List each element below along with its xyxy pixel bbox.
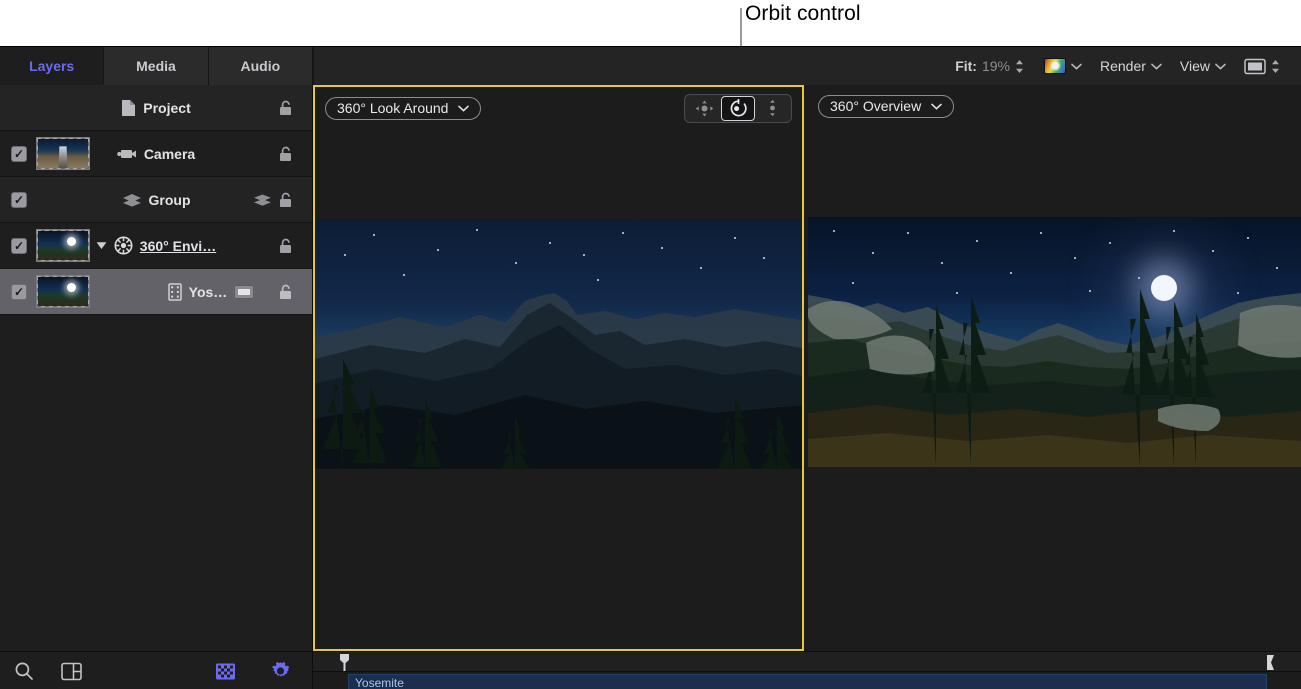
top-bar: Layers Media Audio Fit: 19% [0, 47, 1301, 85]
layer-visibility-checkbox[interactable]: ✓ [11, 146, 27, 162]
orbit-control-icon[interactable] [721, 96, 755, 121]
viewer-layout-control[interactable] [1235, 47, 1289, 85]
dolly-control-icon[interactable] [755, 96, 789, 121]
tab-media[interactable]: Media [104, 47, 208, 85]
layer-thumbnail [36, 275, 90, 308]
layer-row-project-content: Project [0, 99, 312, 117]
lock-icon[interactable] [277, 191, 294, 208]
lock-icon[interactable] [277, 283, 294, 300]
document-icon [121, 99, 136, 117]
disclosure-triangle-icon[interactable] [96, 241, 107, 250]
gear-icon[interactable] [270, 661, 291, 682]
timeline-panel: Yosemite [313, 651, 1301, 689]
view-menu-label: View [1180, 58, 1210, 74]
timeline-clip-label: Yosemite [349, 675, 1266, 689]
lock-icon[interactable] [277, 99, 294, 116]
tab-layers-label: Layers [29, 58, 74, 74]
layer-thumbnail [36, 137, 90, 170]
end-of-project-marker[interactable] [1267, 655, 1274, 670]
app-window: Layers Media Audio Fit: 19% [0, 46, 1301, 689]
fit-value: 19% [982, 58, 1010, 74]
timeline-ruler[interactable] [313, 652, 1301, 672]
view-menu[interactable]: View [1171, 47, 1235, 85]
layer-row-group[interactable]: ✓ Group [0, 177, 312, 223]
media-badge-icon[interactable] [234, 285, 254, 299]
viewer-left-camera-label: 360° Look Around [337, 100, 448, 116]
layout-icon[interactable] [61, 662, 82, 681]
viewer-left-camera-dropdown[interactable]: 360° Look Around [325, 97, 481, 120]
viewer-right-camera-dropdown[interactable]: 360° Overview [818, 95, 954, 118]
layer-row-yosemite[interactable]: ✓ Yos… [0, 269, 312, 315]
layer-visibility-checkbox[interactable]: ✓ [11, 238, 27, 254]
fit-stepper-icon[interactable] [1015, 59, 1024, 74]
viewer-right-image [808, 217, 1301, 467]
render-menu[interactable]: Render [1091, 47, 1171, 85]
callout-label: Orbit control [745, 2, 861, 26]
environment-icon [114, 236, 133, 255]
pan-control-icon[interactable] [687, 96, 721, 121]
viewer-left-image [315, 219, 802, 469]
callout-leader-line [740, 8, 742, 46]
layers-panel: Project ✓ Camera [0, 85, 313, 651]
fit-label: Fit: [955, 58, 977, 74]
top-bar-spacer [313, 47, 944, 85]
timeline-clip-yosemite[interactable]: Yosemite [348, 674, 1267, 689]
layer-row-project-label: Project [143, 100, 190, 116]
color-wheel-icon [1044, 58, 1066, 74]
tab-audio-label: Audio [240, 58, 280, 74]
panorama-silhouette [808, 217, 1301, 467]
chevron-down-icon [1151, 63, 1162, 70]
layer-row-yosemite-label: Yos… [189, 284, 228, 300]
viewer-layout-icon [1244, 58, 1266, 75]
chevron-down-icon [458, 105, 469, 112]
layer-visibility-checkbox[interactable]: ✓ [11, 284, 27, 300]
layer-row-group-label: Group [149, 192, 191, 208]
render-quality-control[interactable] [1035, 47, 1091, 85]
checkerboard-icon[interactable] [215, 662, 236, 681]
tab-layers[interactable]: Layers [0, 47, 104, 85]
camera-icon [117, 147, 137, 161]
viewer-left[interactable]: 360° Look Around [313, 85, 804, 651]
viewer-right-camera-label: 360° Overview [830, 98, 921, 114]
viewer-right-header: 360° Overview [808, 85, 1301, 127]
layer-visibility-checkbox[interactable]: ✓ [11, 192, 27, 208]
fit-zoom-control[interactable]: Fit: 19% [944, 47, 1035, 85]
viewer-left-header: 360° Look Around [315, 87, 802, 129]
lock-icon[interactable] [277, 237, 294, 254]
playhead-marker[interactable] [340, 654, 349, 671]
layer-row-project[interactable]: Project [0, 85, 312, 131]
tab-media-label: Media [136, 58, 176, 74]
viewer-right[interactable]: 360° Overview [808, 85, 1301, 651]
chevron-down-icon [1071, 63, 1082, 70]
tab-audio[interactable]: Audio [209, 47, 313, 85]
group-icon [122, 193, 142, 207]
orbit-control-group [684, 94, 792, 123]
chevron-down-icon [931, 103, 942, 110]
layer-row-camera[interactable]: ✓ Camera [0, 131, 312, 177]
top-bar-controls: Fit: 19% Render [944, 47, 1301, 85]
layer-row-360-environment[interactable]: ✓ 360° Envi… [0, 223, 312, 269]
layer-row-camera-label: Camera [144, 146, 195, 162]
layers-panel-toolbar [0, 651, 313, 689]
render-menu-label: Render [1100, 58, 1146, 74]
panel-tabs: Layers Media Audio [0, 47, 313, 85]
mountain-silhouette [315, 219, 802, 469]
canvas-area: 360° Look Around [313, 85, 1301, 651]
group-badge-icon [253, 193, 272, 206]
chevron-down-icon [1215, 63, 1226, 70]
search-icon[interactable] [14, 661, 34, 681]
film-icon [168, 283, 182, 301]
viewer-layout-stepper-icon[interactable] [1271, 59, 1280, 74]
lock-icon[interactable] [277, 145, 294, 162]
layer-row-360-environment-label: 360° Envi… [140, 238, 216, 254]
layer-thumbnail [36, 229, 90, 262]
